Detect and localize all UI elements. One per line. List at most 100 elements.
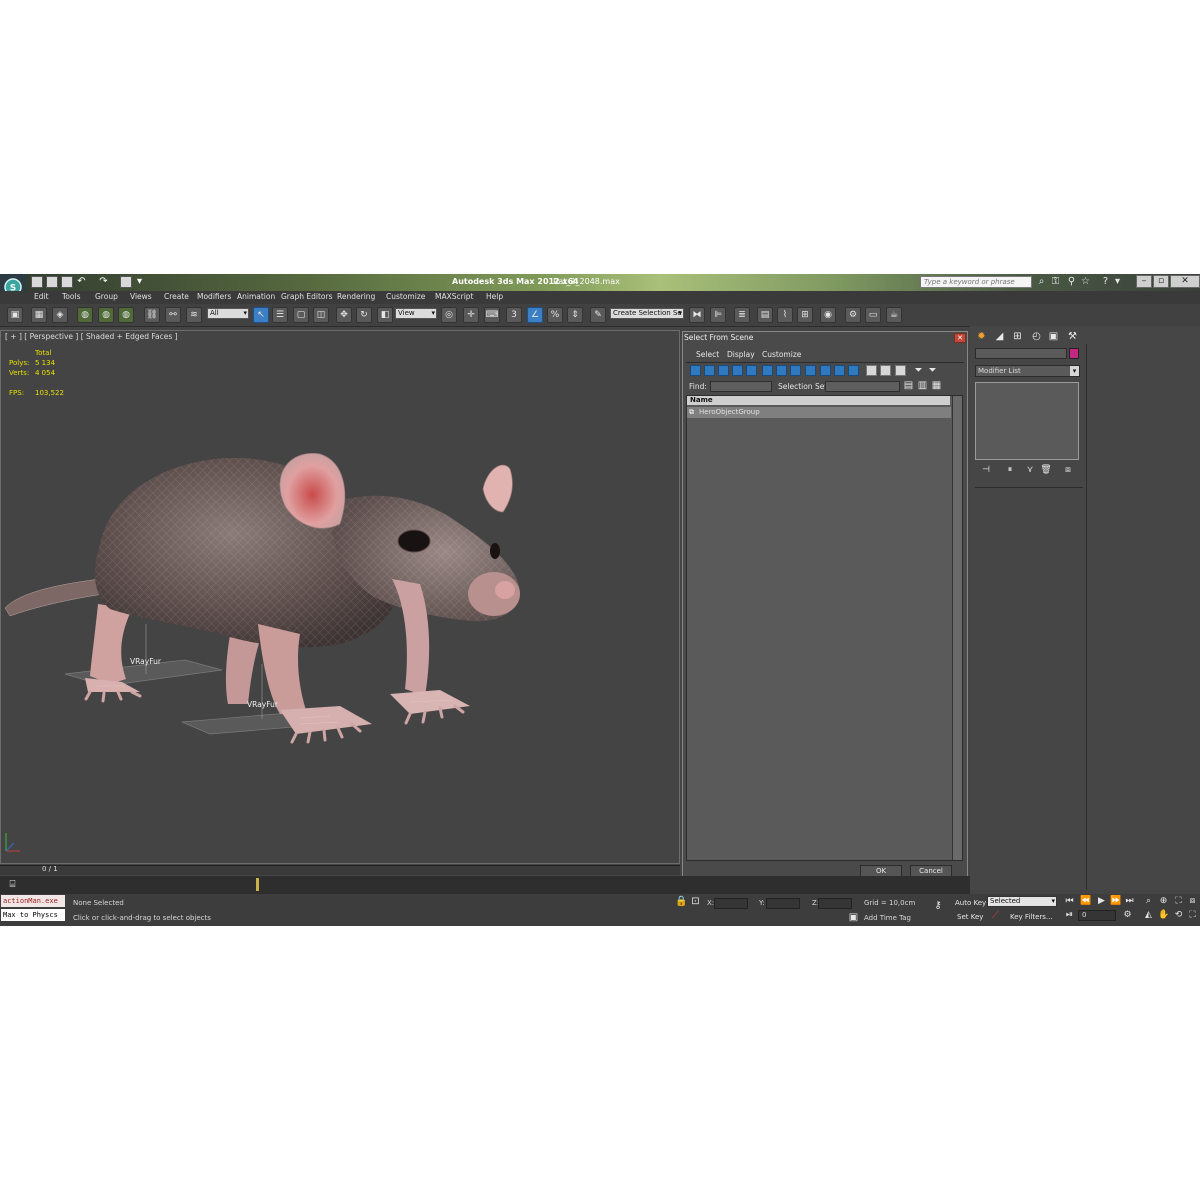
create-tab-icon[interactable]: ✹ — [975, 330, 988, 343]
configure-modifier-sets-icon[interactable]: ⧈ — [1062, 464, 1074, 476]
display-bones-icon[interactable] — [805, 365, 816, 376]
zoom-extents-icon[interactable]: ⛶ — [1173, 896, 1184, 907]
help-icon[interactable]: ? — [1100, 276, 1111, 288]
current-frame-field[interactable]: 0 — [1078, 910, 1116, 921]
field-of-view-icon[interactable]: ◭ — [1143, 910, 1154, 921]
help-search-input[interactable]: Type a keyword or phrase — [920, 276, 1032, 288]
default-tangent-icon[interactable]: ⟋ — [990, 910, 1001, 922]
bind-to-space-warp-icon[interactable]: ≋ — [186, 307, 202, 323]
zoom-icon[interactable]: ⌕ — [1143, 896, 1154, 907]
track-bar[interactable] — [0, 876, 970, 894]
key-icon[interactable]: ⚷ — [930, 900, 946, 912]
hold-icon[interactable] — [120, 276, 132, 288]
binoculars-icon[interactable]: ⌕ — [1036, 276, 1047, 288]
zoom-extents-all-icon[interactable]: ⧈ — [1187, 896, 1198, 907]
lock-selection-icon[interactable]: 🔒 — [675, 896, 687, 908]
filter-icon[interactable]: ⏷ — [913, 365, 924, 377]
make-unique-icon[interactable]: ⋎ — [1024, 464, 1036, 476]
communication-center-icon[interactable]: ⚲ — [1066, 276, 1077, 288]
mental-ray-icon-1[interactable]: ◍ — [77, 307, 93, 323]
set-key-button[interactable]: Set Key — [957, 913, 983, 921]
menu-create[interactable]: Create — [164, 292, 189, 301]
maxscript-listener-line-1[interactable]: actionMan.exe — [1, 895, 65, 907]
maxscript-listener-line-2[interactable]: Max to Physcs — [1, 909, 65, 921]
list-option-icon-2[interactable]: ▥ — [917, 380, 928, 392]
select-and-rotate-icon[interactable]: ↻ — [356, 307, 372, 323]
open-file-icon[interactable] — [46, 276, 58, 288]
list-scrollbar[interactable] — [952, 396, 962, 860]
time-configuration-icon[interactable]: ⚙ — [1122, 910, 1133, 921]
find-input[interactable] — [710, 381, 772, 392]
layer-manager-icon[interactable]: ≣ — [734, 307, 750, 323]
menu-help[interactable]: Help — [486, 292, 503, 301]
quick-access-dropdown-icon[interactable]: ▾ — [134, 276, 145, 288]
list-option-icon-1[interactable]: ▤ — [903, 380, 914, 392]
display-frozen-icon[interactable] — [834, 365, 845, 376]
render-production-icon[interactable]: ☕ — [886, 307, 902, 323]
close-window-button[interactable]: ✕ — [1170, 275, 1200, 288]
dialog-menu-display[interactable]: Display — [727, 350, 755, 359]
snap-toggle-icon[interactable]: 3 — [506, 307, 522, 323]
keyboard-shortcut-override-icon[interactable]: ⌨ — [484, 307, 500, 323]
display-shapes-icon[interactable] — [704, 365, 715, 376]
pin-stack-icon[interactable]: ⊣ — [980, 464, 992, 476]
menu-views[interactable]: Views — [130, 292, 152, 301]
key-filters-button[interactable]: Key Filters... — [1010, 913, 1053, 921]
container-icon[interactable]: ▣ — [7, 307, 23, 323]
remove-modifier-icon[interactable]: 🗑 — [1040, 464, 1052, 476]
graphite-modeling-icon[interactable]: ▤ — [757, 307, 773, 323]
display-all-icon[interactable] — [866, 365, 877, 376]
vrayfur-label-2[interactable]: VRayFur — [247, 700, 278, 709]
percent-snap-icon[interactable]: % — [547, 307, 563, 323]
named-selection-set-dropdown[interactable]: Create Selection Se — [610, 308, 684, 319]
display-helpers-icon[interactable] — [746, 365, 757, 376]
menu-customize[interactable]: Customize — [386, 292, 425, 301]
filter-options-icon[interactable]: ⏷ — [927, 365, 938, 377]
mental-ray-icon-2[interactable]: ◍ — [98, 307, 114, 323]
add-time-tag[interactable]: Add Time Tag — [864, 914, 911, 922]
vrayfur-label-1[interactable]: VRayFur — [130, 657, 161, 666]
object-name-field[interactable] — [975, 348, 1067, 359]
mini-curve-editor-icon[interactable]: ⌸ — [7, 879, 18, 891]
zoom-all-icon[interactable]: ⊕ — [1158, 896, 1169, 907]
display-lights-icon[interactable] — [718, 365, 729, 376]
play-icon[interactable]: ▶ — [1096, 896, 1107, 907]
go-to-end-icon[interactable]: ⏭ — [1124, 896, 1135, 907]
pivot-center-icon[interactable]: ◎ — [441, 307, 457, 323]
x-coord-field[interactable] — [714, 898, 748, 909]
display-invert-icon[interactable] — [895, 365, 906, 376]
menu-rendering[interactable]: Rendering — [337, 292, 375, 301]
mental-ray-icon-3[interactable]: ◍ — [118, 307, 134, 323]
layer-icon[interactable]: ◈ — [52, 307, 68, 323]
display-none-icon[interactable] — [880, 365, 891, 376]
motion-tab-icon[interactable]: ◴ — [1030, 330, 1043, 343]
render-setup-icon[interactable]: ⚙ — [845, 307, 861, 323]
time-slider[interactable] — [0, 865, 680, 875]
angle-snap-icon[interactable]: ∠ — [527, 307, 543, 323]
rat-3d-model[interactable] — [0, 394, 560, 774]
favorites-star-icon[interactable]: ☆ — [1080, 276, 1091, 288]
display-cameras-icon[interactable] — [732, 365, 743, 376]
absolute-mode-icon[interactable]: ⊡ — [690, 896, 701, 908]
go-to-start-icon[interactable]: ⏮ — [1064, 896, 1075, 907]
utilities-tab-icon[interactable]: ⚒ — [1066, 330, 1079, 343]
selection-filter-dropdown[interactable]: All — [207, 308, 249, 319]
list-option-icon-3[interactable]: ▦ — [931, 380, 942, 392]
menu-animation[interactable]: Animation — [237, 292, 275, 301]
name-column-header[interactable]: Name — [687, 396, 950, 405]
spinner-snap-icon[interactable]: ⇕ — [567, 307, 583, 323]
auto-key-button[interactable]: Auto Key — [955, 899, 986, 907]
menu-edit[interactable]: Edit — [34, 292, 49, 301]
select-and-move-icon[interactable]: ✥ — [336, 307, 352, 323]
select-and-manipulate-icon[interactable]: ✛ — [463, 307, 479, 323]
undo-icon[interactable]: ↶ — [76, 276, 87, 288]
select-object-icon[interactable]: ↖ — [253, 307, 269, 323]
select-and-scale-icon[interactable]: ◧ — [377, 307, 393, 323]
z-coord-field[interactable] — [818, 898, 852, 909]
orbit-icon[interactable]: ⟲ — [1173, 910, 1184, 921]
scene-explorer-icon[interactable]: ▦ — [31, 307, 47, 323]
time-tag-icon[interactable]: ▣ — [848, 912, 859, 924]
display-groups-icon[interactable] — [776, 365, 787, 376]
display-xrefs-icon[interactable] — [790, 365, 801, 376]
menu-modifiers[interactable]: Modifiers — [197, 292, 231, 301]
